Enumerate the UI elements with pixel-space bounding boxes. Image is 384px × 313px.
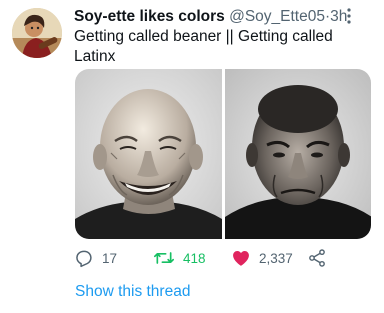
photo-smiling-man[interactable] — [75, 69, 222, 239]
reply-count: 17 — [102, 250, 118, 266]
reply-icon — [76, 250, 92, 268]
photo-frowning-man[interactable] — [224, 69, 371, 239]
share-button[interactable] — [307, 246, 327, 270]
display-name[interactable]: Soy-ette likes colors — [74, 8, 225, 25]
photo-grid — [75, 69, 371, 239]
like-count: 2,337 — [259, 250, 293, 266]
tweet-text: Getting called beaner || Getting called … — [74, 27, 370, 67]
more-options-icon[interactable] — [340, 6, 358, 26]
tweet-actions: 17 418 2,337 — [74, 246, 374, 270]
heart-icon — [233, 251, 249, 266]
tweet-text-line-1: Getting called beaner || Getting called — [74, 28, 333, 45]
reply-button[interactable]: 17 — [74, 246, 117, 270]
tweet-text-line-2: Latinx — [74, 48, 116, 65]
user-handle[interactable]: @Soy_Ette05 — [229, 8, 325, 25]
retweet-count: 418 — [183, 250, 206, 266]
avatar-illustration — [12, 8, 62, 58]
tweet-header: Soy-ette likes colors @Soy_Ette05·3h — [74, 7, 376, 27]
avatar[interactable] — [12, 8, 62, 58]
like-button[interactable]: 2,337 — [231, 246, 293, 270]
share-icon — [309, 249, 325, 267]
retweet-icon — [153, 252, 174, 264]
retweet-button[interactable]: 418 — [153, 246, 206, 270]
show-thread-link[interactable]: Show this thread — [75, 283, 190, 301]
